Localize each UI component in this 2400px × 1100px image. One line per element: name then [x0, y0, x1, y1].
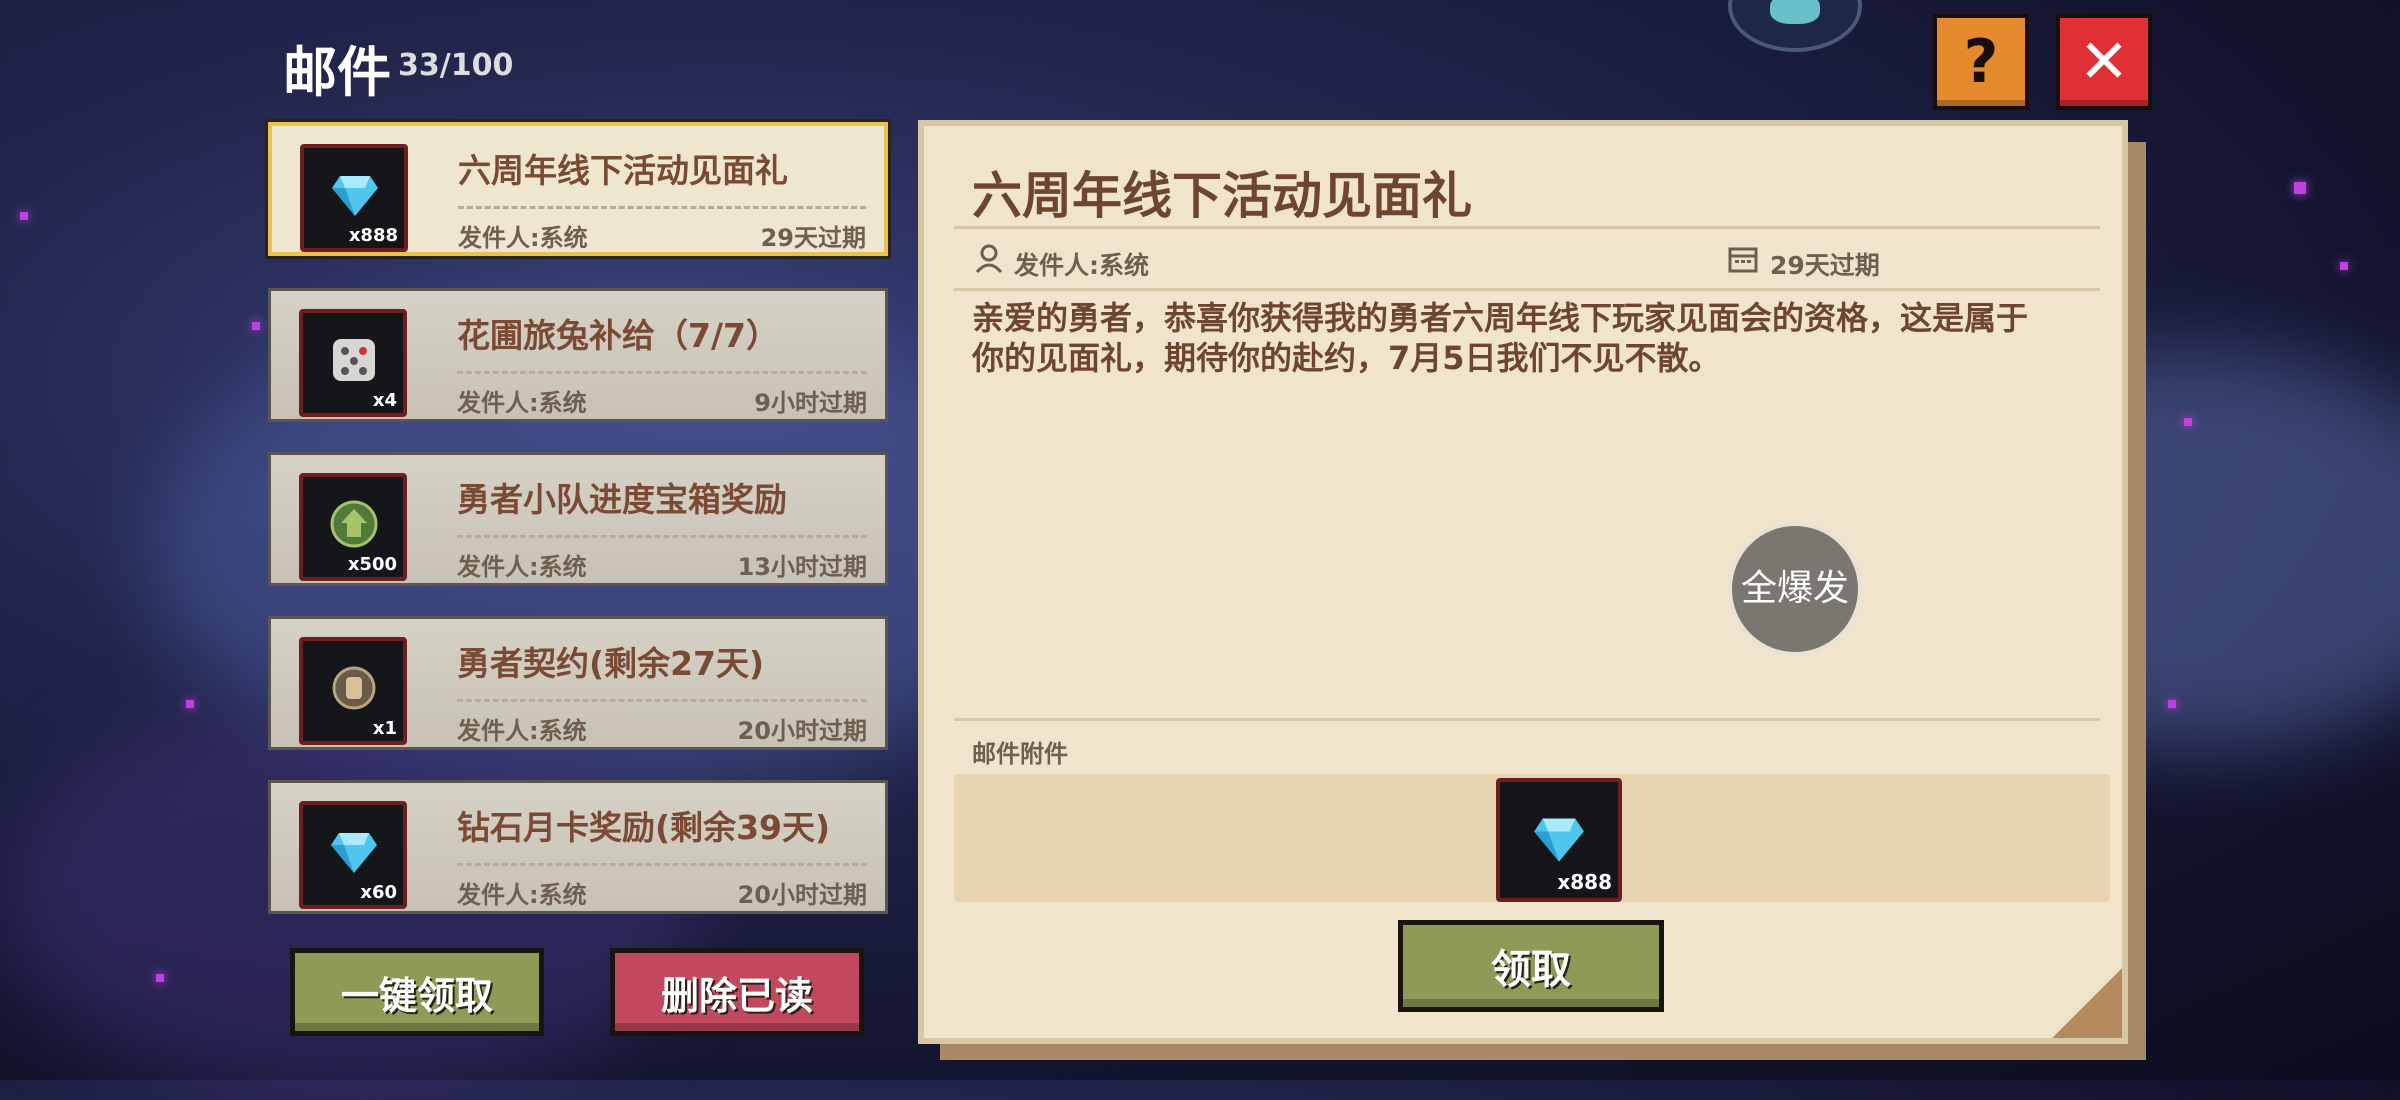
mail-list-item[interactable]: x888 六周年线下活动见面礼发件人:系统 29天过期: [265, 119, 891, 259]
emblem-icon: [330, 500, 378, 548]
mail-thumb: x888: [300, 144, 408, 252]
mail-item-qty: x4: [372, 390, 397, 411]
star-decoration: [20, 212, 28, 220]
mail-item-sender: 发件人:系统: [457, 389, 587, 417]
mail-thumb: x4: [299, 309, 407, 417]
diamond-icon: [1534, 818, 1584, 862]
star-decoration: [186, 700, 194, 708]
page-title: 邮件: [283, 41, 391, 104]
attachment-qty: x888: [1557, 870, 1612, 894]
star-decoration: [2340, 262, 2348, 270]
attachments-label: 邮件附件: [972, 740, 1068, 768]
diamond-icon: [332, 176, 378, 216]
mail-item-qty: x60: [360, 882, 397, 903]
mail-item-expire: 20小时过期: [737, 717, 867, 745]
mail-thumb: x60: [299, 801, 407, 909]
divider: [457, 535, 867, 538]
mail-item-expire: 9小时过期: [754, 389, 867, 417]
dice-icon: [333, 339, 375, 381]
mail-item-sender: 发件人:系统: [457, 881, 587, 909]
pet-avatar-icon[interactable]: [1728, 0, 1862, 52]
detail-sender: 发件人:系统: [1014, 251, 1149, 280]
mail-item-expire: 13小时过期: [737, 553, 867, 581]
mail-list-item[interactable]: x4 花圃旅兔补给（7/7） 发件人:系统 9小时过期: [268, 288, 888, 422]
divider: [954, 226, 2100, 229]
divider: [457, 863, 867, 866]
divider: [457, 371, 867, 374]
mail-item-sender: 发件人:系统: [458, 224, 588, 252]
mail-list-item[interactable]: x1 勇者契约(剩余27天) 发件人:系统 20小时过期: [268, 616, 888, 750]
help-button[interactable]: ?: [1933, 14, 2029, 110]
mail-item-title: 花圃旅兔补给（7/7）: [457, 316, 779, 355]
mail-item-qty: x1: [372, 718, 397, 739]
claim-button[interactable]: 领取: [1398, 920, 1664, 1012]
mail-count: 33/100: [398, 48, 514, 83]
page-curl-decoration: [2052, 968, 2122, 1038]
star-decoration: [252, 322, 260, 330]
divider: [458, 206, 866, 209]
star-decoration: [156, 974, 164, 982]
diamond-icon: [331, 833, 377, 873]
mail-item-title: 勇者契约(剩余27天): [457, 644, 765, 683]
mail-item-qty: x888: [348, 225, 398, 246]
mail-item-title: 勇者小队进度宝箱奖励: [457, 480, 787, 519]
star-decoration: [2168, 700, 2176, 708]
star-decoration: [2184, 418, 2192, 426]
detail-title: 六周年线下活动见面礼: [972, 167, 1472, 225]
mail-thumb: x500: [299, 473, 407, 581]
close-button[interactable]: ✕: [2056, 14, 2152, 110]
sender-icon: [974, 244, 1004, 274]
mail-list-item[interactable]: x60 钻石月卡奖励(剩余39天) 发件人:系统 20小时过期: [268, 780, 888, 914]
full-burst-badge[interactable]: 全爆发: [1728, 522, 1862, 656]
mail-item-title: 六周年线下活动见面礼: [458, 151, 788, 190]
attachment-item[interactable]: x888: [1496, 778, 1622, 902]
mail-body: 亲爱的勇者，恭喜你获得我的勇者六周年线下玩家见面会的资格，这是属于你的见面礼，期…: [972, 299, 2029, 377]
delete-read-button[interactable]: 删除已读: [610, 948, 864, 1036]
claim-all-button[interactable]: 一键领取: [290, 948, 544, 1036]
divider: [954, 718, 2100, 721]
divider: [954, 288, 2100, 291]
mail-item-sender: 发件人:系统: [457, 553, 587, 581]
mail-thumb: x1: [299, 637, 407, 745]
detail-expire: 29天过期: [1770, 251, 1880, 280]
mail-item-expire: 20小时过期: [737, 881, 867, 909]
mail-list-item[interactable]: x500 勇者小队进度宝箱奖励发件人:系统 13小时过期: [268, 452, 888, 586]
divider: [457, 699, 867, 702]
calendar-icon: [1728, 244, 1758, 274]
star-decoration: [2294, 182, 2306, 194]
attachments-area: x888: [954, 774, 2110, 902]
mail-item-qty: x500: [347, 554, 397, 575]
mail-item-expire: 29天过期: [760, 224, 866, 252]
medal-icon: [332, 666, 376, 710]
mail-item-sender: 发件人:系统: [457, 717, 587, 745]
mail-item-title: 钻石月卡奖励(剩余39天): [457, 808, 831, 847]
mail-detail-panel: 六周年线下活动见面礼 发件人:系统 29天过期 亲爱的勇者，恭喜你获得我的勇者六…: [918, 120, 2128, 1044]
